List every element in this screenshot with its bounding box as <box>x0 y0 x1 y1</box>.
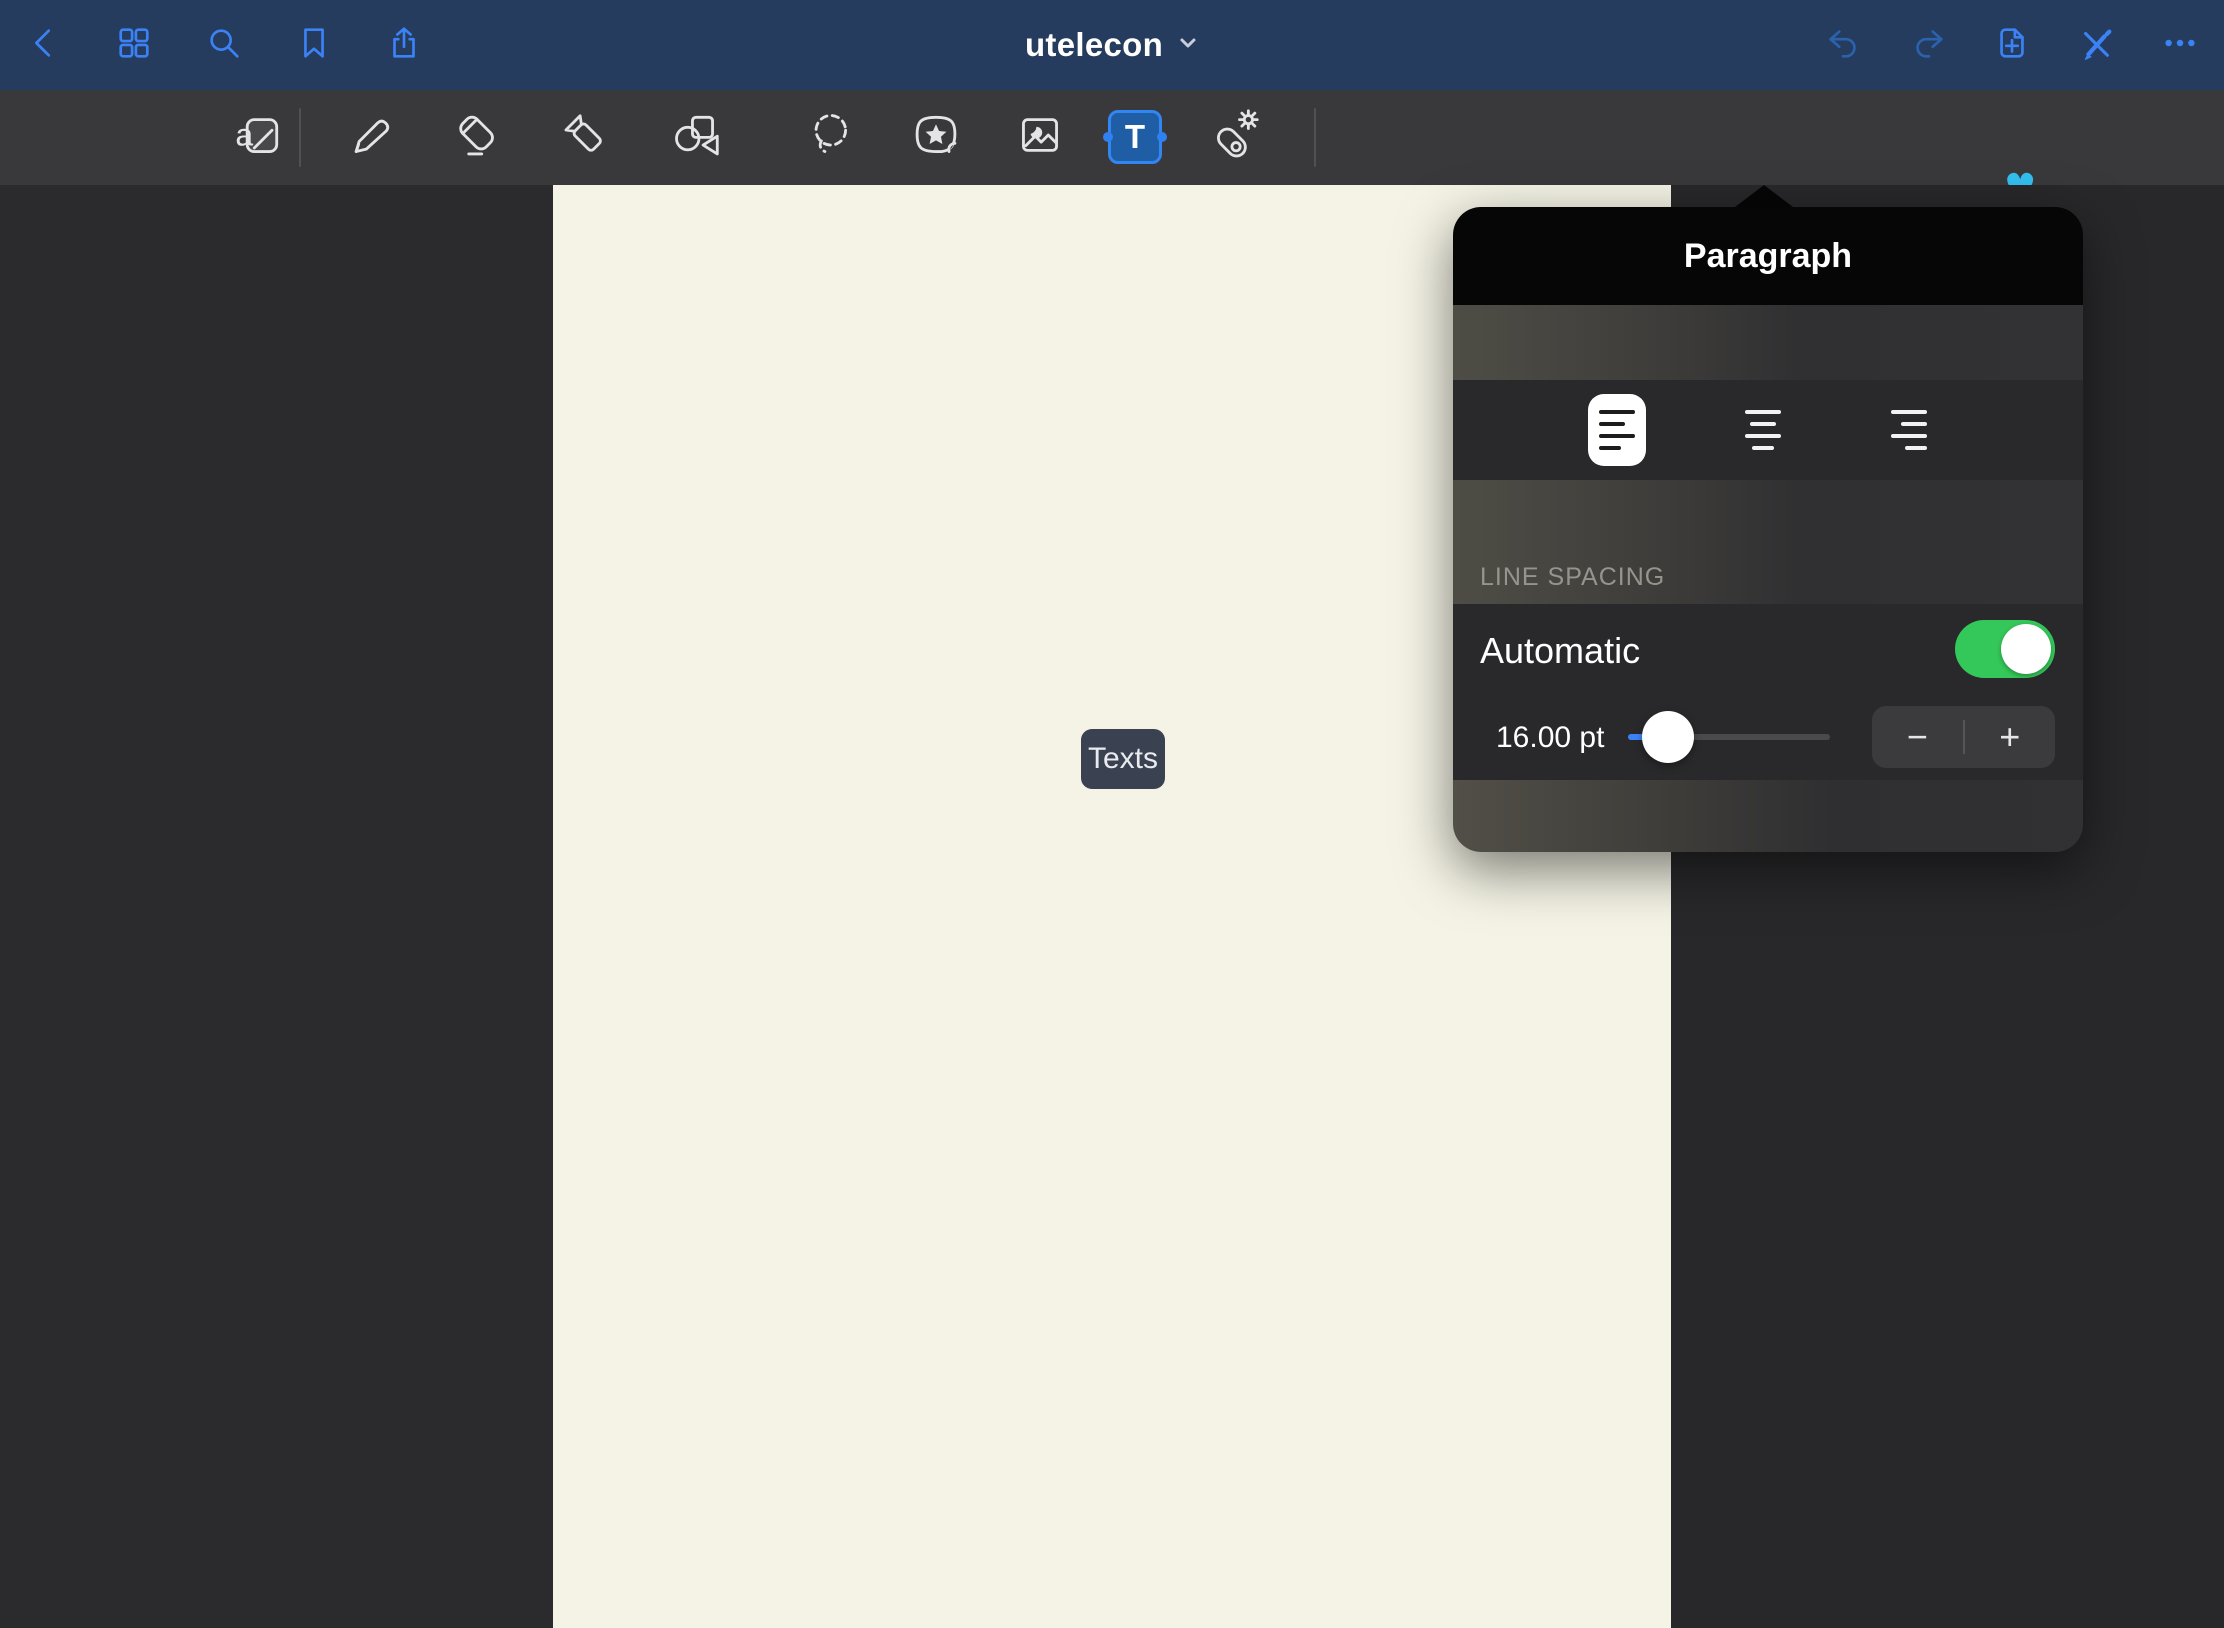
lasso-icon <box>806 109 858 166</box>
pan-edit-mode-tool[interactable]: a <box>229 90 289 185</box>
automatic-label: Automatic <box>1480 630 1640 672</box>
popup-arrow <box>1735 185 1793 207</box>
image-icon <box>1014 109 1066 166</box>
redo-button[interactable] <box>1908 25 1948 65</box>
toggle-knob <box>2001 624 2051 674</box>
alignment-row <box>1453 380 2083 480</box>
selection-handle-right <box>1155 130 1169 144</box>
svg-text:a: a <box>235 117 253 153</box>
popup-blur-band: LINE SPACING <box>1453 480 2083 604</box>
chevron-down-icon <box>1177 32 1199 59</box>
paragraph-popup: Paragraph LINE SPACING Automatic 16.00 p… <box>1453 207 2083 852</box>
undo-button[interactable] <box>1824 25 1864 65</box>
laser-pointer-tool[interactable] <box>1203 90 1263 185</box>
image-tool[interactable] <box>1010 90 1070 185</box>
tools-toolbar: a T HiraginoSans-... 16 <box>0 90 2224 185</box>
thumbnails-grid-icon <box>115 24 153 67</box>
align-left-icon <box>1599 410 1635 450</box>
readonly-mode-button[interactable] <box>2076 25 2116 65</box>
align-left-button[interactable] <box>1588 394 1646 466</box>
back-button[interactable] <box>24 25 64 65</box>
align-right-button[interactable] <box>1880 394 1938 466</box>
navigation-bar: utelecon <box>0 0 2224 90</box>
bookmark-icon <box>295 24 333 67</box>
popup-header: Paragraph <box>1453 207 2083 305</box>
stickers-tool[interactable] <box>906 90 966 185</box>
line-spacing-block: Automatic 16.00 pt − + <box>1453 604 2083 780</box>
align-right-icon <box>1891 410 1927 450</box>
shapes-tool[interactable] <box>666 90 726 185</box>
nav-left-group <box>0 25 424 65</box>
pen-crossed-icon <box>2077 24 2115 67</box>
line-spacing-stepper: − + <box>1872 706 2055 768</box>
share-icon <box>385 24 423 67</box>
line-spacing-section-label: LINE SPACING <box>1480 563 1665 592</box>
search-icon <box>205 24 243 67</box>
add-page-button[interactable] <box>1992 25 2032 65</box>
sticker-star-icon <box>910 109 962 166</box>
text-tool-glyph: T <box>1125 118 1145 156</box>
pan-edit-icon: a <box>233 109 285 166</box>
document-title: utelecon <box>1025 26 1163 64</box>
toolbar-divider <box>299 108 301 167</box>
text-tool-selected[interactable]: T <box>1108 110 1162 164</box>
more-button[interactable] <box>2160 25 2200 65</box>
text-object-label: Texts <box>1088 742 1158 776</box>
selection-handle-left <box>1101 130 1115 144</box>
popup-blur-band <box>1453 780 2083 852</box>
toolbar-divider <box>1314 108 1316 167</box>
popup-blur-band <box>1453 305 2083 380</box>
decrease-button[interactable]: − <box>1872 706 1963 768</box>
line-spacing-value: 16.00 pt <box>1496 721 1604 755</box>
bookmark-button[interactable] <box>294 25 334 65</box>
highlighter-tool[interactable] <box>556 90 616 185</box>
add-page-icon <box>1993 24 2031 67</box>
automatic-toggle[interactable] <box>1955 620 2055 678</box>
redo-icon <box>1909 24 1947 67</box>
shapes-icon <box>670 109 722 166</box>
highlighter-icon <box>560 109 612 166</box>
pen-icon <box>342 109 394 166</box>
eraser-tool[interactable] <box>447 90 507 185</box>
selected-text-object[interactable]: Texts <box>1081 729 1165 789</box>
ellipsis-icon <box>2161 24 2199 67</box>
eraser-icon <box>451 109 503 166</box>
popup-title: Paragraph <box>1684 237 1852 276</box>
thumbnails-button[interactable] <box>114 25 154 65</box>
pen-tool[interactable] <box>338 90 398 185</box>
slider-thumb[interactable] <box>1642 711 1694 763</box>
undo-icon <box>1825 24 1863 67</box>
share-button[interactable] <box>384 25 424 65</box>
canvas-background-left <box>0 185 553 1628</box>
align-center-button[interactable] <box>1734 394 1792 466</box>
increase-button[interactable]: + <box>1965 706 2056 768</box>
lasso-tool[interactable] <box>802 90 862 185</box>
align-center-icon <box>1745 410 1781 450</box>
search-button[interactable] <box>204 25 244 65</box>
laser-pointer-icon <box>1207 109 1259 166</box>
back-icon <box>25 24 63 67</box>
nav-right-group <box>1824 0 2200 90</box>
document-title-group[interactable]: utelecon <box>1025 0 1199 90</box>
